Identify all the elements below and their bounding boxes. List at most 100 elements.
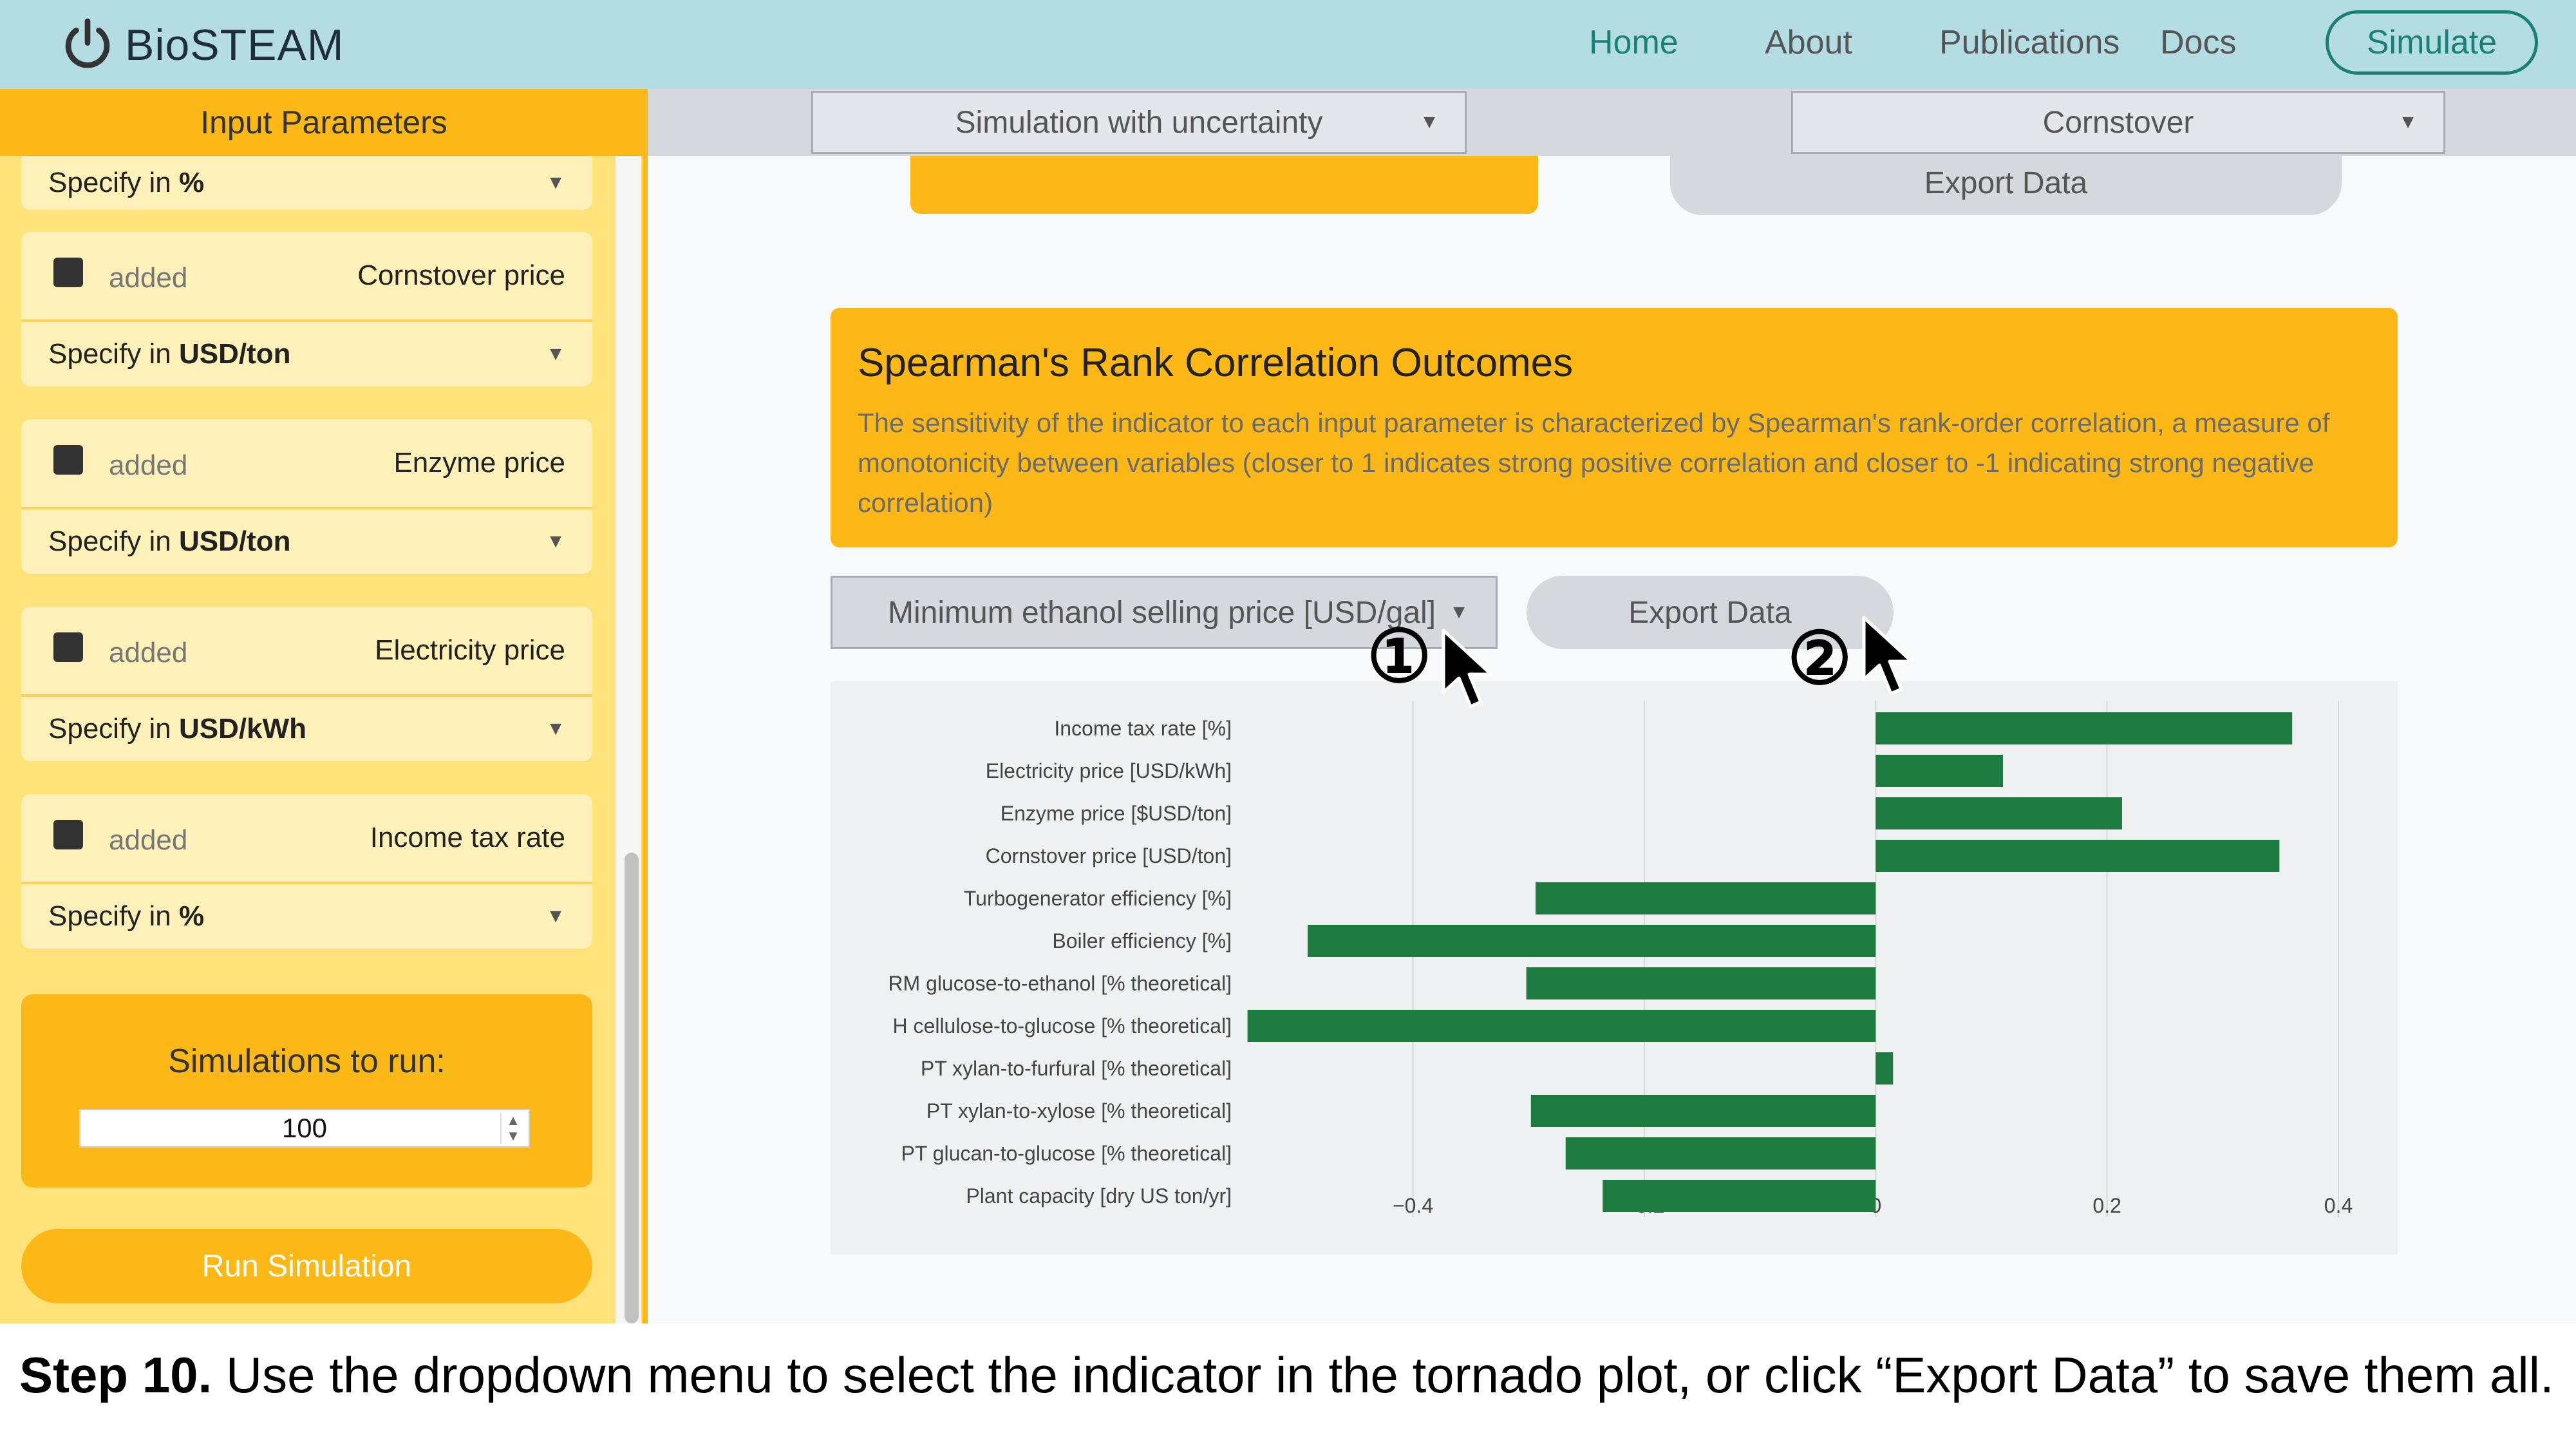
brand-name: BioSTEAM xyxy=(125,21,344,70)
spearman-description: The sensitivity of the indicator to each… xyxy=(858,408,2330,518)
navbar: BioSTEAM Home About Publications Docs Si… xyxy=(0,0,2576,89)
scrollbar-thumb[interactable] xyxy=(625,853,639,1323)
y-tick-label: RM glucose-to-ethanol [% theoretical] xyxy=(888,972,1232,995)
run-simulation-button[interactable]: Run Simulation xyxy=(21,1229,592,1303)
nav-publications[interactable]: Publications xyxy=(1939,23,2120,62)
feedstock-select-value: Cornstover xyxy=(2042,105,2194,140)
param-name: Cornstover price xyxy=(357,260,565,291)
step-number: Step 10. xyxy=(19,1347,212,1403)
nav-home[interactable]: Home xyxy=(1589,23,1678,62)
param-block-income-tax-rate: added Income tax rate Specify in % ▼ xyxy=(21,794,592,949)
sidebar: Input Parameters Specify in % ▼ added Co… xyxy=(0,89,648,1323)
x-tick-label: 0.4 xyxy=(2324,1194,2353,1217)
orange-panel-fragment xyxy=(910,156,1538,214)
y-tick-label: Enzyme price [$USD/ton] xyxy=(1001,802,1232,825)
added-label: added xyxy=(109,636,188,668)
specify-unit: USD/ton xyxy=(179,526,291,557)
simulations-input[interactable]: 100 ▲ ▼ xyxy=(79,1109,530,1148)
specify-prefix: Specify in xyxy=(48,713,171,744)
chart-bar xyxy=(1876,755,2003,787)
simulations-label: Simulations to run: xyxy=(168,1043,446,1080)
specify-unit: USD/kWh xyxy=(179,713,306,744)
chart-bar xyxy=(1247,1010,1876,1042)
param-block-electricity-price: added Electricity price Specify in USD/k… xyxy=(21,607,592,761)
y-tick-label: Income tax rate [%] xyxy=(1054,717,1232,740)
chevron-down-icon: ▼ xyxy=(546,905,565,927)
nav-docs[interactable]: Docs xyxy=(2160,23,2236,62)
feedstock-select[interactable]: Cornstover ▼ xyxy=(1791,91,2445,154)
step-text: Use the dropdown menu to select the indi… xyxy=(225,1347,2554,1403)
param-specify-first: Specify in % ▼ xyxy=(21,156,592,210)
sidebar-title: Input Parameters xyxy=(0,89,648,156)
chart-bar xyxy=(1876,1052,1894,1084)
tornado-chart-area: −0.4−0.200.20.4Income tax rate [%]Electr… xyxy=(831,681,2398,1255)
power-icon xyxy=(65,18,110,68)
chart-bar xyxy=(1565,1137,1876,1170)
chevron-down-icon: ▼ xyxy=(546,531,565,552)
specify-dropdown[interactable]: Specify in USD/ton ▼ xyxy=(21,322,592,386)
added-label: added xyxy=(109,449,188,481)
y-tick-label: Cornstover price [USD/ton] xyxy=(986,844,1232,867)
param-block-cornstover-price: added Cornstover price Specify in USD/to… xyxy=(21,232,592,386)
added-checkbox[interactable] xyxy=(53,632,83,662)
added-checkbox[interactable] xyxy=(53,257,83,287)
sidebar-divider xyxy=(643,89,648,1323)
chart-bar xyxy=(1308,925,1876,957)
specify-unit: % xyxy=(179,167,205,198)
chevron-down-icon: ▼ xyxy=(546,343,565,365)
added-label: added xyxy=(109,261,188,294)
y-tick-label: PT xylan-to-xylose [% theoretical] xyxy=(926,1099,1232,1122)
chart-bar xyxy=(1536,882,1876,914)
chart-bar xyxy=(1603,1180,1876,1212)
specify-dropdown[interactable]: Specify in % ▼ xyxy=(21,884,592,949)
param-name: Electricity price xyxy=(375,634,565,666)
export-data-button-top[interactable]: Export Data xyxy=(1670,151,2342,215)
y-tick-label: Electricity price [USD/kWh] xyxy=(986,759,1232,782)
chart-bar xyxy=(1876,840,2280,872)
chevron-down-icon: ▼ xyxy=(546,718,565,739)
specify-dropdown[interactable]: Specify in USD/ton ▼ xyxy=(21,509,592,574)
specify-unit: % xyxy=(179,900,205,932)
chevron-down-icon: ▼ xyxy=(1420,111,1439,133)
main-content: Export Data Simulation with uncertainty … xyxy=(648,89,2576,1323)
stepper-icon[interactable]: ▲ ▼ xyxy=(500,1113,525,1144)
chevron-down-icon: ▼ xyxy=(546,172,565,193)
y-tick-label: H cellulose-to-glucose [% theoretical] xyxy=(893,1014,1232,1037)
x-tick-label: −0.4 xyxy=(1393,1194,1433,1217)
simulations-value: 100 xyxy=(281,1113,328,1143)
annotation-marker-2: ② xyxy=(1787,618,1852,699)
specify-prefix: Specify in xyxy=(48,338,171,370)
specify-prefix: Specify in xyxy=(48,900,171,932)
chevron-down-icon: ▼ xyxy=(2398,111,2418,133)
brand-logo[interactable]: BioSTEAM xyxy=(59,13,344,77)
simulations-box: Simulations to run: 100 ▲ ▼ xyxy=(21,994,592,1188)
mode-select-value: Simulation with uncertainty xyxy=(955,105,1323,140)
y-tick-label: Turbogenerator efficiency [%] xyxy=(964,887,1232,910)
mode-select[interactable]: Simulation with uncertainty ▼ xyxy=(811,91,1467,154)
spearman-title: Spearman's Rank Correlation Outcomes xyxy=(858,341,1574,385)
nav-simulate-button[interactable]: Simulate xyxy=(2326,10,2538,75)
param-block-enzyme-price: added Enzyme price Specify in USD/ton ▼ xyxy=(21,419,592,574)
specify-dropdown[interactable]: Specify in % ▼ xyxy=(21,156,592,210)
added-checkbox[interactable] xyxy=(53,444,83,475)
spearman-panel: Spearman's Rank Correlation Outcomes The… xyxy=(831,308,2398,547)
chart-bar xyxy=(1876,712,2293,744)
nav-about[interactable]: About xyxy=(1765,23,1852,62)
indicator-select-value: Minimum ethanol selling price [USD/gal] xyxy=(888,595,1436,630)
chart-bar xyxy=(1876,797,2123,829)
specify-dropdown[interactable]: Specify in USD/kWh ▼ xyxy=(21,697,592,761)
tornado-chart: −0.4−0.200.20.4Income tax rate [%]Electr… xyxy=(888,701,2353,1217)
specify-unit: USD/ton xyxy=(179,338,291,370)
annotation-marker-1: ① xyxy=(1367,616,1432,697)
y-tick-label: PT glucan-to-glucose [% theoretical] xyxy=(901,1142,1232,1165)
added-checkbox[interactable] xyxy=(53,819,83,849)
cursor-icon-2 xyxy=(1862,616,1913,696)
specify-prefix: Specify in xyxy=(48,167,171,198)
added-label: added xyxy=(109,824,188,856)
step-caption: Step 10. Use the dropdown menu to select… xyxy=(19,1346,2554,1405)
chart-bar xyxy=(1526,967,1876,999)
chart-bar xyxy=(1530,1095,1876,1127)
param-name: Income tax rate xyxy=(370,822,565,853)
y-tick-label: PT xylan-to-furfural [% theoretical] xyxy=(921,1057,1232,1080)
y-tick-label: Boiler efficiency [%] xyxy=(1052,929,1232,952)
